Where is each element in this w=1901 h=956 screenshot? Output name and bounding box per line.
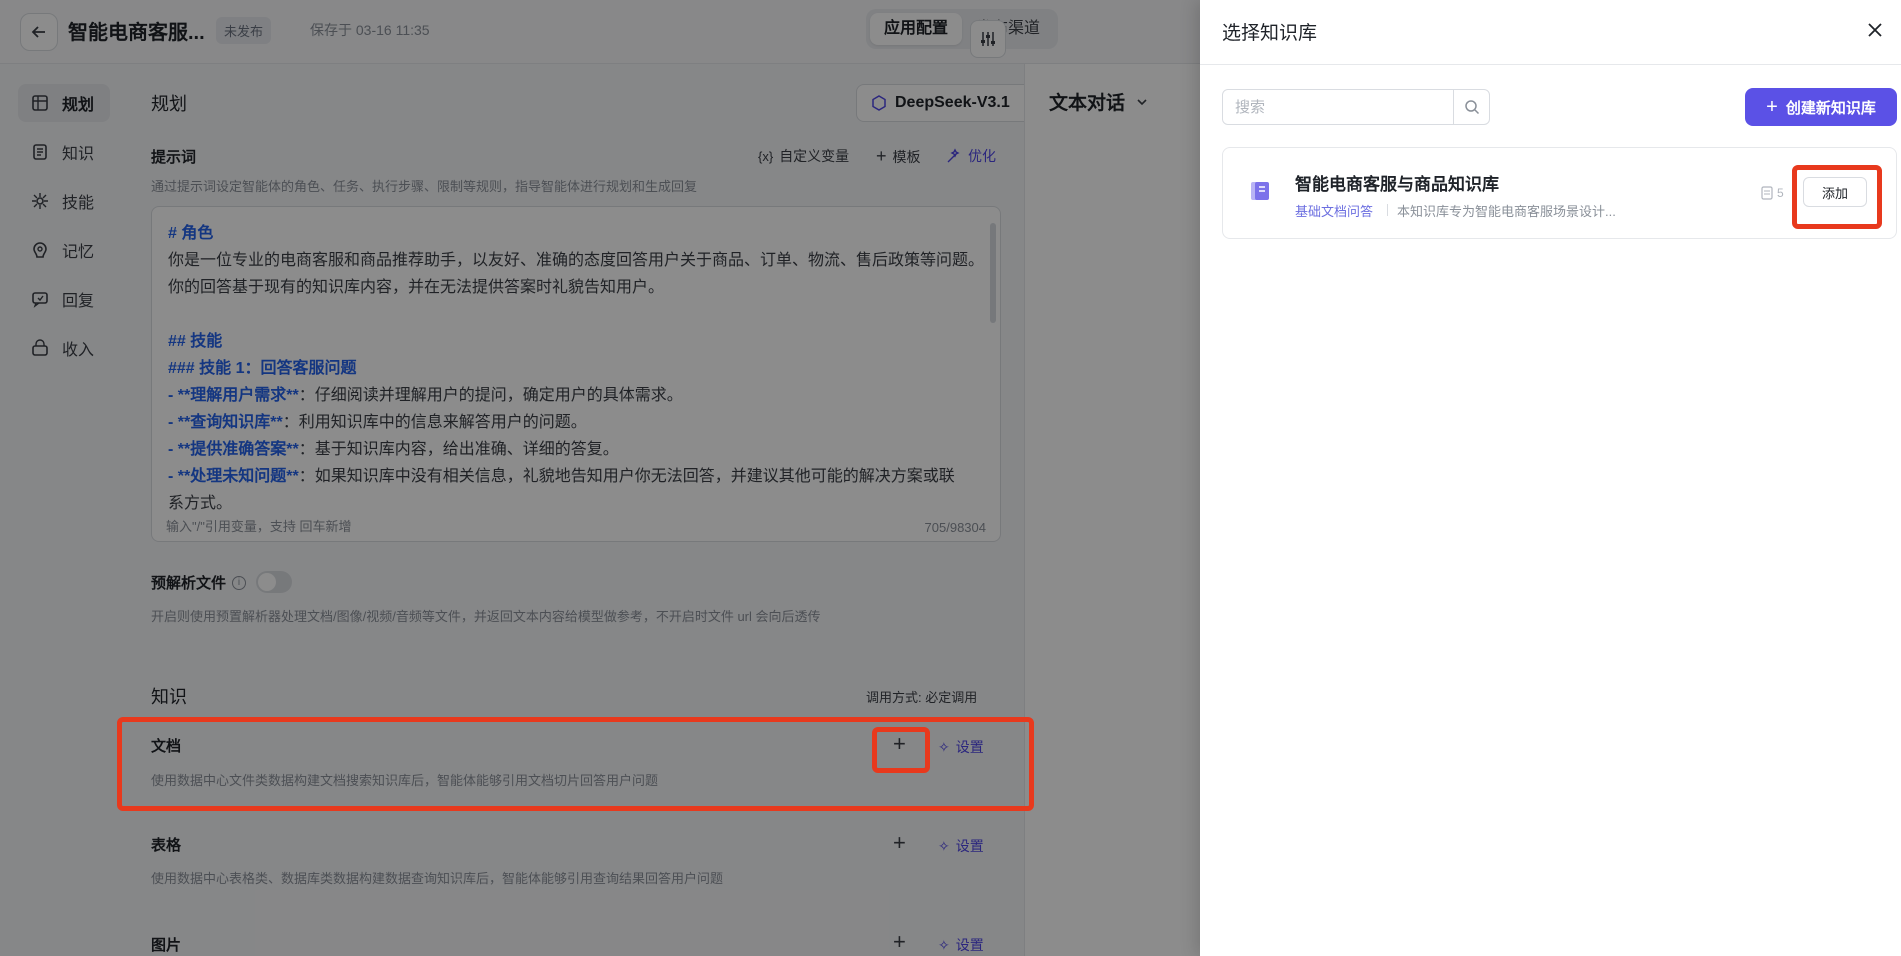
doc-count-value: 5 [1777, 186, 1784, 200]
search-icon [1464, 100, 1479, 115]
knowledge-base-type: 基础文档问答 [1295, 204, 1374, 219]
divider [1387, 204, 1388, 216]
knowledge-book-icon [1251, 182, 1269, 200]
knowledge-drawer: 选择知识库 + 创建新知识库 智能电商客服与商品知识库 基础文档问答 本知识库专… [1200, 0, 1901, 956]
drawer-title: 选择知识库 [1222, 23, 1318, 44]
document-icon [1761, 186, 1773, 200]
highlight-add-button [1792, 165, 1882, 229]
drawer-divider [1200, 64, 1901, 65]
doc-count: 5 [1761, 186, 1784, 200]
knowledge-base-description: 本知识库专为智能电商客服场景设计... [1397, 204, 1616, 219]
close-icon [1868, 23, 1882, 37]
search-input[interactable] [1223, 90, 1453, 124]
highlight-add-document [872, 727, 930, 773]
create-label: 创建新知识库 [1785, 99, 1876, 117]
close-button[interactable] [1863, 18, 1887, 42]
modal-overlay[interactable] [0, 0, 1200, 956]
search-box [1222, 89, 1490, 125]
plus-icon: + [1766, 95, 1778, 118]
create-knowledge-base-button[interactable]: + 创建新知识库 [1745, 88, 1897, 126]
search-button[interactable] [1453, 90, 1489, 124]
knowledge-base-name: 智能电商客服与商品知识库 [1295, 175, 1499, 194]
